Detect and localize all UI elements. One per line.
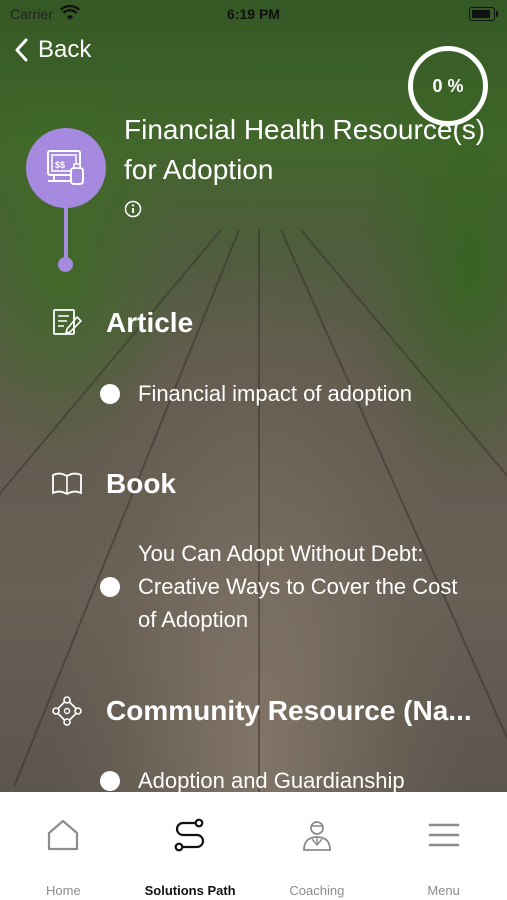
hamburger-menu-icon [428, 823, 459, 847]
list-item[interactable]: You Can Adopt Without Debt: Creative Way… [100, 537, 470, 636]
tab-label: Solutions Path [144, 883, 236, 898]
chevron-left-icon [15, 38, 28, 62]
community-network-icon [52, 696, 82, 726]
progress-label: 0 % [432, 75, 464, 96]
back-label: Back [38, 36, 92, 63]
tab-label: Coaching [289, 883, 345, 898]
page-title: Financial Health Resource(s) for Adoptio… [124, 114, 486, 185]
section-header-article: Article [50, 306, 193, 340]
status-bar: Carrier 6:19 PM [0, 0, 507, 28]
list-item[interactable]: Financial impact of adoption [100, 377, 412, 410]
info-icon[interactable] [124, 200, 142, 218]
open-book-icon [52, 472, 82, 496]
tab-menu[interactable]: Menu [380, 792, 507, 900]
path-connector-dot [58, 257, 73, 272]
section-label-community: Community Resource (Na... [106, 695, 472, 726]
resource-title: You Can Adopt Without Debt: Creative Way… [138, 541, 458, 632]
section-label-article: Article [106, 307, 194, 338]
resource-badge: $$ [26, 128, 106, 208]
path-connector [64, 206, 68, 264]
clock: 6:19 PM [227, 6, 280, 22]
path-icon [174, 818, 205, 852]
resource-title: Financial impact of adoption [138, 381, 412, 406]
tab-coaching[interactable]: Coaching [254, 792, 381, 900]
tab-solutions-path[interactable]: Solutions Path [127, 792, 254, 900]
back-button[interactable]: Back [14, 36, 91, 64]
tab-home[interactable]: Home [0, 792, 127, 900]
tab-label: Menu [427, 883, 460, 898]
article-edit-icon [53, 309, 83, 335]
bullet-dot [100, 383, 120, 404]
battery-icon [469, 7, 498, 21]
app-screen: Carrier 6:19 PM Back 0 % $$ Financial He… [0, 0, 507, 900]
bullet-dot [100, 770, 120, 791]
money-bottle-icon: $$ [47, 150, 84, 185]
home-icon [48, 819, 79, 851]
tab-bar: Home Solutions Path Coaching Menu [0, 792, 507, 900]
bullet-dot [100, 576, 120, 597]
section-label-book: Book [106, 468, 176, 499]
tab-label: Home [46, 883, 81, 898]
svg-text:$$: $$ [55, 160, 65, 170]
section-header-book: Book [50, 467, 176, 501]
section-header-community: Community Resource (Na... [50, 694, 472, 728]
coach-icon [302, 821, 331, 851]
